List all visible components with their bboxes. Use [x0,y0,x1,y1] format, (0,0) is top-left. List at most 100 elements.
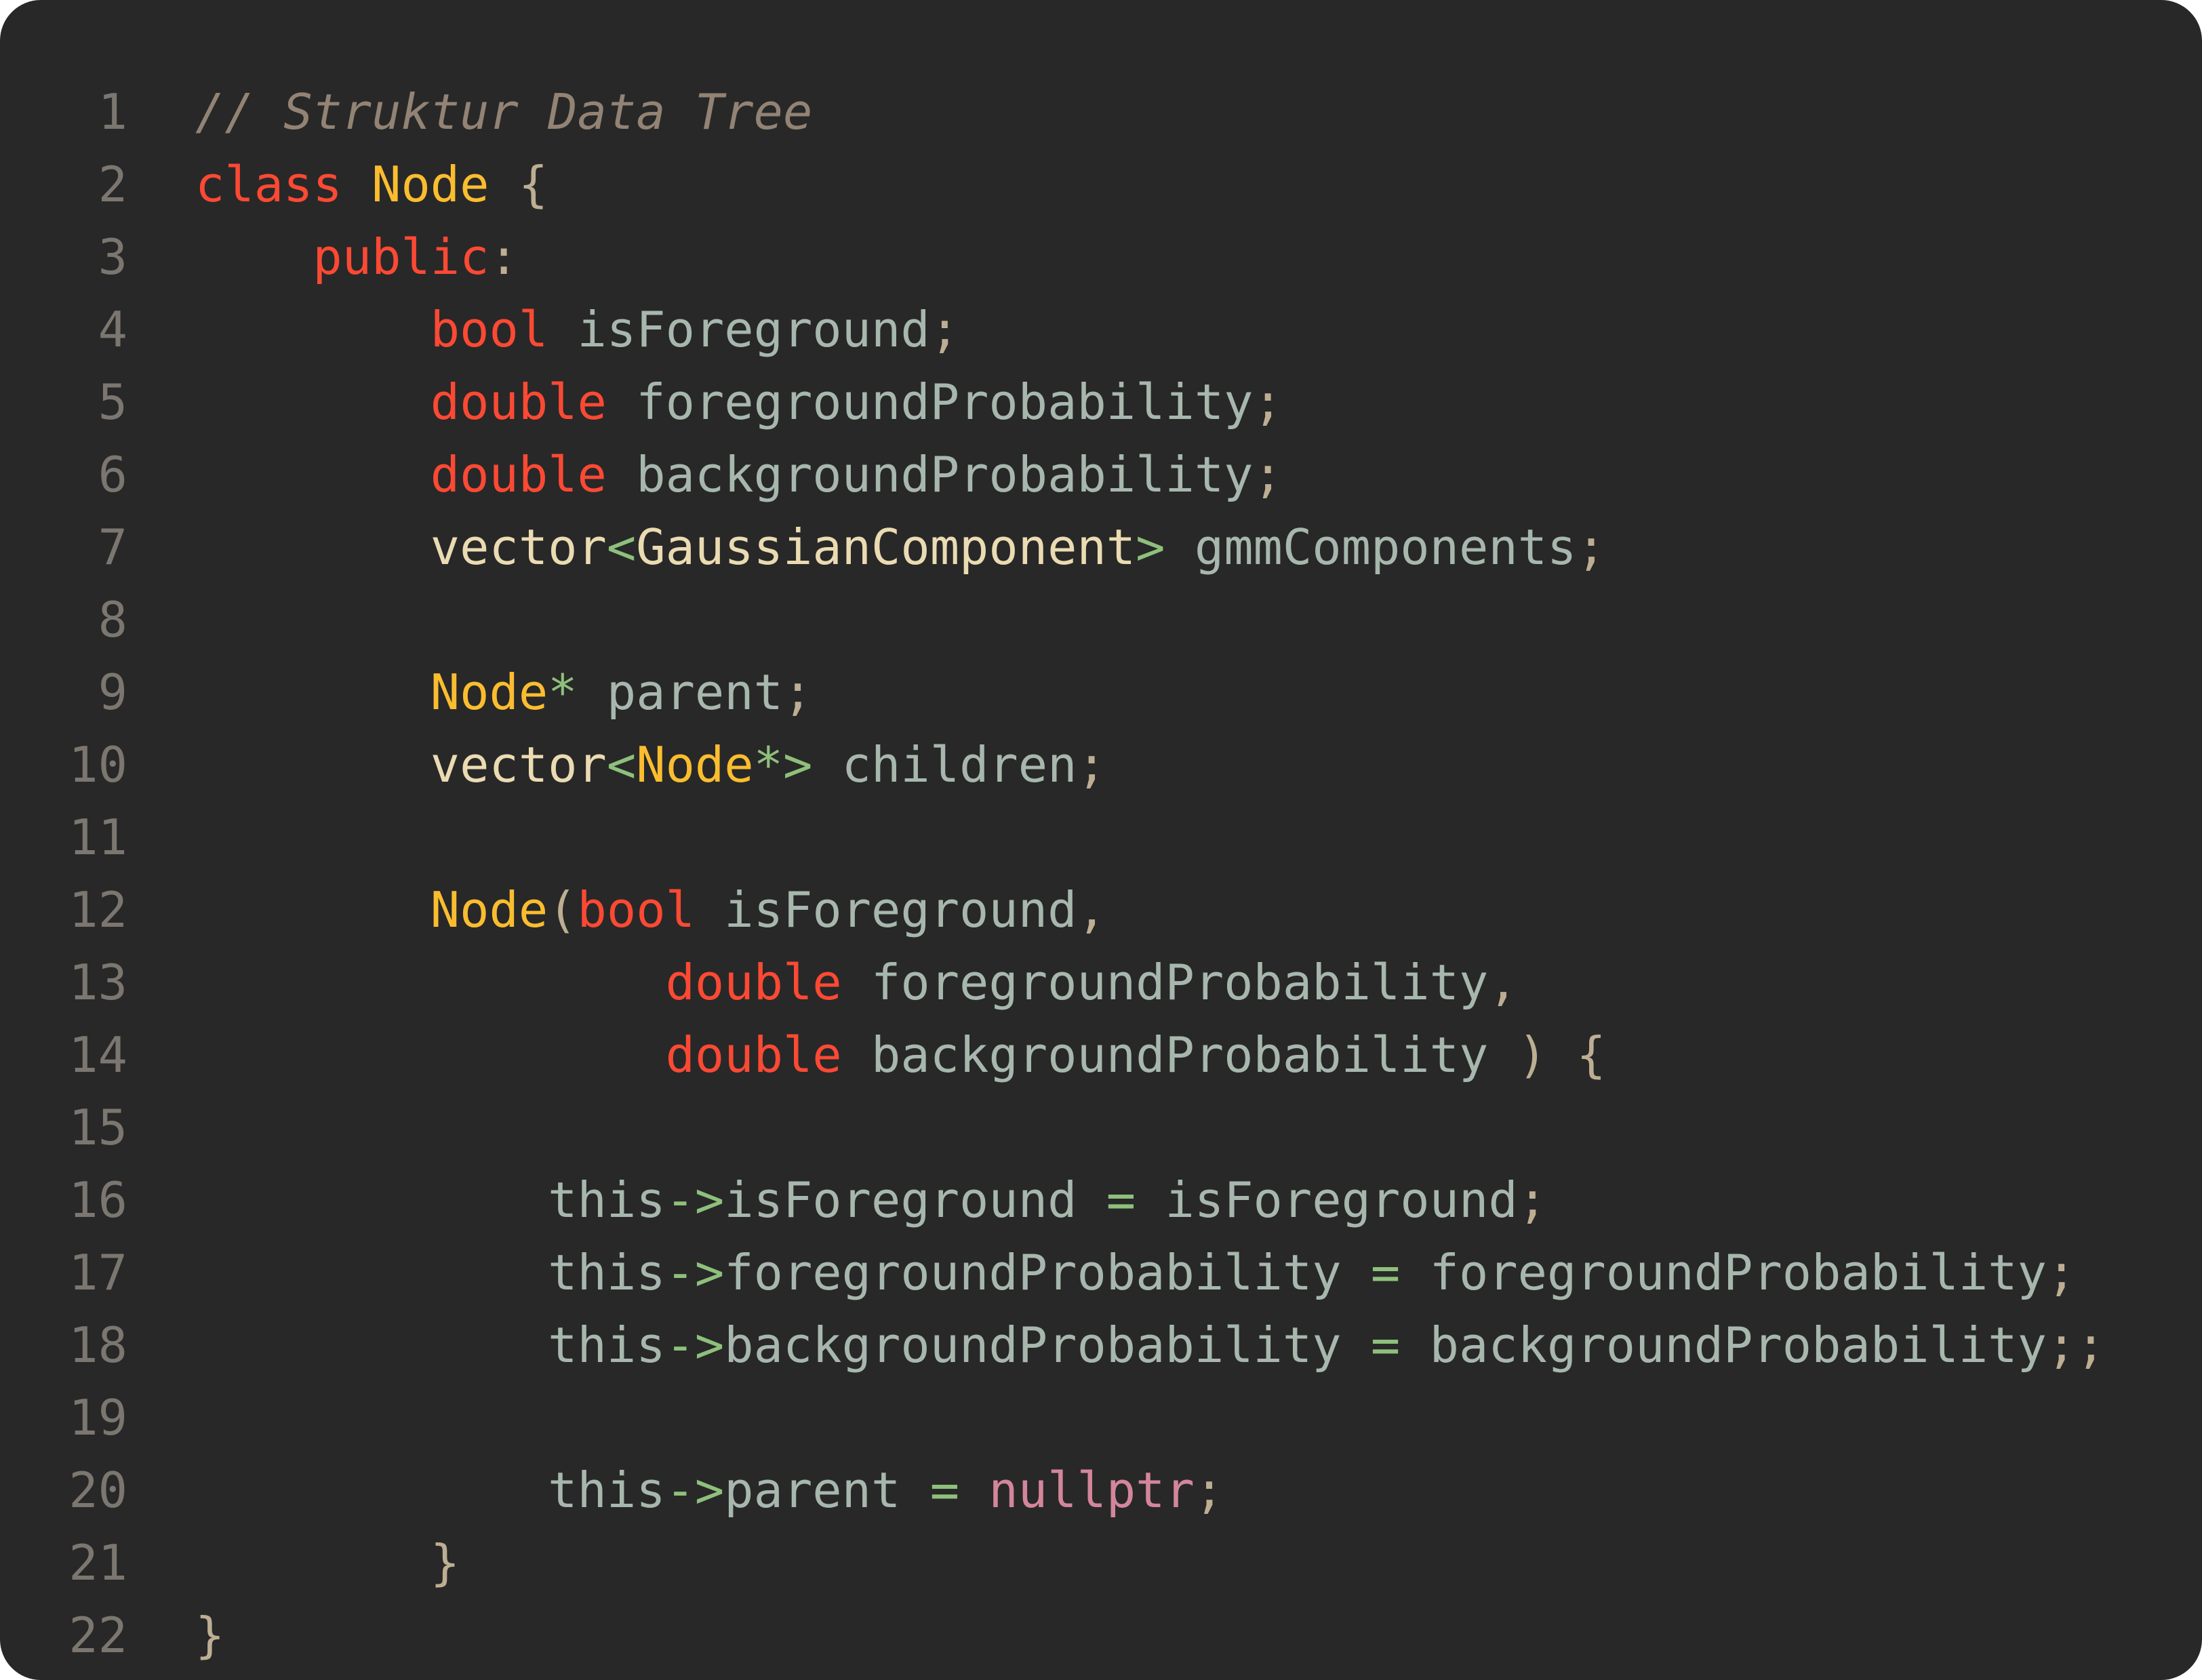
line-number: 22 [68,1607,127,1664]
code-line[interactable]: 21 } [0,1527,2202,1599]
line-number: 13 [68,954,127,1011]
code-token: *> [753,736,813,793]
code-line[interactable]: 19 [0,1382,2202,1454]
code-token: foregroundProbability [724,1244,1371,1301]
line-text: Node* parent; [195,656,813,729]
code-token: = [1106,1172,1136,1228]
code-line[interactable]: 7 vector<GaussianComponent> gmmComponent… [0,511,2202,584]
code-line[interactable]: 13 double foregroundProbability, [0,946,2202,1019]
code-token: < [606,736,637,793]
code-token: vector [430,519,607,576]
code-token: this [195,1172,666,1228]
line-number: 16 [68,1172,127,1228]
code-token: parent [724,1462,930,1519]
code-token: this [195,1244,666,1301]
code-line[interactable]: 8 [0,584,2202,656]
line-number: 17 [68,1244,127,1301]
line-text: vector<Node*> children; [195,729,1106,801]
line-text: double backgroundProbability ) { [195,1019,1606,1092]
code-token: Node [430,664,548,721]
code-token: // Struktur Data Tree [195,83,813,140]
code-token: ; [2046,1244,2077,1301]
line-text: } [195,1527,460,1599]
code-line[interactable]: 1 // Struktur Data Tree [0,76,2202,148]
code-token: ; [782,664,813,721]
code-line[interactable]: 11 [0,801,2202,874]
code-token: > [1136,519,1165,576]
code-area[interactable]: 1// Struktur Data Tree 2 class Node {3 pub… [0,76,2202,1672]
code-token: backgroundProbability [1400,1317,2047,1374]
line-text: double backgroundProbability; [195,439,1283,511]
code-token: Node [430,881,548,938]
code-token: , [1488,954,1518,1011]
code-token: bool [430,301,548,358]
line-number: 2 [98,156,127,213]
code-token: vector [430,736,607,793]
code-token: -> [665,1172,725,1228]
line-number: 9 [98,664,127,721]
line-text: this->backgroundProbability = background… [195,1309,2106,1382]
code-token: isForeground [694,881,1077,938]
code-token: backgroundProbability [841,1026,1489,1083]
code-token: children [812,736,1077,793]
line-text: double foregroundProbability, [195,946,1518,1019]
line-number: 7 [98,519,127,576]
code-line[interactable]: 12 Node(bool isForeground, [0,874,2202,946]
code-token: * [548,664,578,721]
code-line[interactable]: 17 this->foregroundProbability = foregro… [0,1237,2202,1309]
code-line[interactable]: 18 this->backgroundProbability = backgro… [0,1309,2202,1382]
line-number: 5 [98,374,127,431]
line-number: 15 [68,1099,127,1156]
code-line[interactable]: 6 double backgroundProbability; [0,439,2202,511]
line-text: class Node { [195,148,548,221]
code-token: -> [665,1317,725,1374]
code-line[interactable]: 14 double backgroundProbability ) { [0,1019,2202,1092]
code-token: double [665,954,842,1011]
code-token: } [195,1534,460,1591]
code-token: ; [1253,374,1283,431]
code-line[interactable]: 3 public: [0,221,2202,294]
code-token: double [665,1026,842,1083]
line-text: double foregroundProbability; [195,366,1283,439]
code-token: < [606,519,637,576]
code-line[interactable]: 10 vector<Node*> children; [0,729,2202,801]
code-token: = [1370,1317,1401,1374]
code-line[interactable]: 9 Node* parent; [0,656,2202,729]
code-token: public [313,228,489,285]
code-editor[interactable]: 1// Struktur Data Tree 2 class Node {3 pub… [0,0,2202,1680]
code-line[interactable]: 2 class Node { [0,148,2202,221]
code-token: bool [577,881,695,938]
code-line[interactable]: 4 bool isForeground; [0,294,2202,366]
code-line[interactable]: 16 this->isForeground = isForeground; [0,1164,2202,1237]
code-token: Node [372,156,489,213]
code-token: foregroundProbability [606,374,1254,431]
code-token: : [489,228,519,285]
line-number: 12 [68,881,127,938]
line-text: } [195,1599,224,1672]
code-token: gmmComponents [1165,519,1577,576]
code-line[interactable]: 15 [0,1092,2202,1164]
line-text: Node(bool isForeground, [195,874,1106,946]
code-token: foregroundProbability [1400,1244,2047,1301]
code-token: this [195,1317,666,1374]
code-token: parent [577,664,783,721]
code-line[interactable]: 20 this->parent = nullptr; [0,1454,2202,1527]
code-token: class [195,156,342,213]
code-line[interactable]: 22} [0,1599,2202,1672]
code-line[interactable]: 5 double foregroundProbability; [0,366,2202,439]
code-token: ;; [2046,1317,2106,1374]
line-number: 4 [98,301,127,358]
code-token: ; [1517,1172,1548,1228]
line-number: 3 [98,228,127,285]
